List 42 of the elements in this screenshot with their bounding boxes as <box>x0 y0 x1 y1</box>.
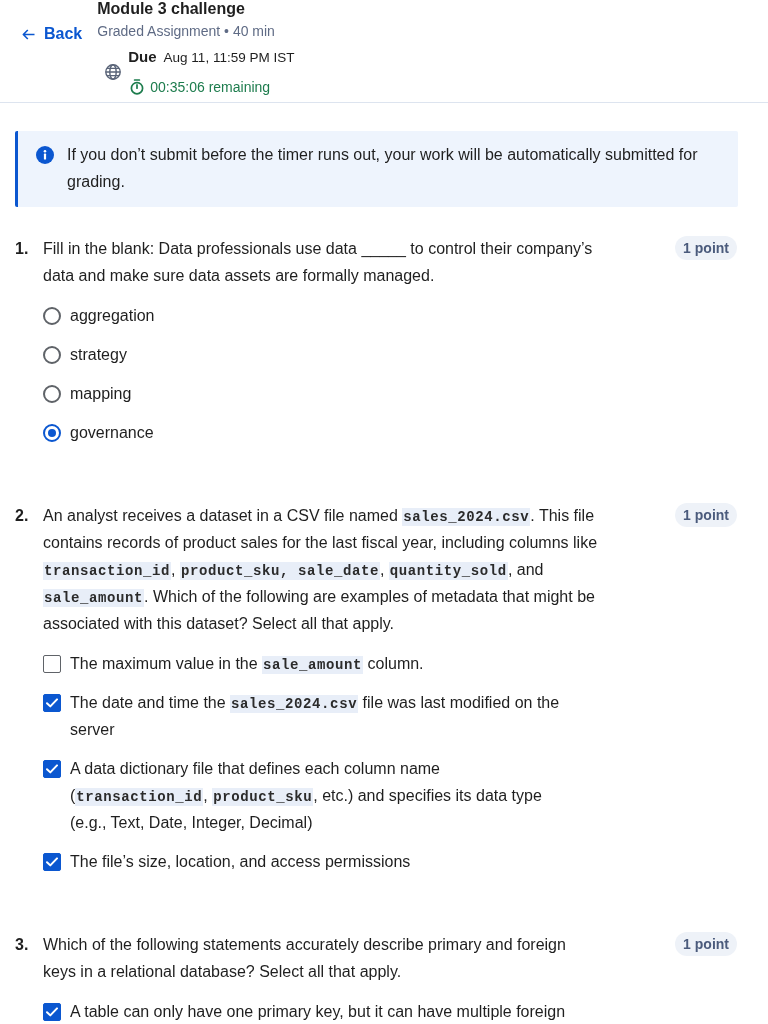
option-label: governance <box>70 423 154 443</box>
checkmark-icon <box>46 763 58 774</box>
points-badge: 1 point <box>675 503 737 527</box>
arrow-left-icon <box>22 28 35 40</box>
info-icon <box>36 145 54 164</box>
option-label: The date and time the sales_2024.csv file was last modified on the server <box>70 693 561 740</box>
option-label: The file’s size, location, and access permissions <box>70 852 411 872</box>
checkmark-icon <box>46 1006 58 1017</box>
checkbox[interactable] <box>43 759 61 778</box>
option-label: A table can only have one primary key, but it can have multiple foreign <box>70 1002 566 1022</box>
notice-text: If you don’t submit before the timer runs out, your work will be automatically submitted for grading. <box>67 145 699 192</box>
option-label: A data dictionary file that defines each column name (transaction_id, product_sku, etc.) and specifies its data type (e.g., Text, Date, Integer, Decimal) <box>70 759 543 833</box>
question-text: Which of the following statements accurately describe primary and foreign keys in a relational database? Select all that apply. <box>43 935 567 982</box>
checkbox[interactable] <box>43 852 61 871</box>
radio-button[interactable] <box>43 306 61 325</box>
radio-button[interactable] <box>43 384 61 403</box>
radio-button[interactable] <box>43 423 61 442</box>
globe-icon <box>105 64 122 80</box>
due-date: Aug 11, 11:59 PM IST <box>163 49 295 67</box>
radio-button[interactable] <box>43 345 61 364</box>
option-label: mapping <box>70 384 132 404</box>
question-text: Fill in the blank: Data professionals use data _____ to control their company’s data and make sure data assets are formally managed. <box>43 239 594 286</box>
points-badge: 1 point <box>675 932 737 956</box>
assignment-title: Module 3 challenge <box>97 0 246 18</box>
option-label: aggregation <box>70 306 155 326</box>
stopwatch-icon <box>130 79 145 95</box>
question-number: 1. <box>15 239 30 259</box>
option-label: strategy <box>70 345 127 365</box>
points-badge: 1 point <box>675 236 737 260</box>
question-number: 3. <box>15 935 30 955</box>
question-number: 2. <box>15 506 30 526</box>
due-label: Due <box>128 47 157 67</box>
checkmark-icon <box>46 697 58 708</box>
checkbox[interactable] <box>43 693 61 712</box>
assignment-info: Graded Assignment • 40 min <box>97 22 276 41</box>
question-text: An analyst receives a dataset in a CSV file named sales_2024.csv. This file contains records of product sales for the last fiscal year, including columns like transaction_id, product_sku, sale_date, quantity_sold, and sale_amount. Which of the following are examples of metadata that might be associated with this dataset? Select all that apply. <box>43 506 599 634</box>
time-remaining: 00:35:06 remaining <box>150 78 271 97</box>
option-label: The maximum value in the sale_amount column. <box>70 654 424 676</box>
checkbox[interactable] <box>43 1002 61 1021</box>
back-link[interactable]: Back <box>22 24 83 44</box>
checkbox[interactable] <box>43 654 61 673</box>
checkmark-icon <box>46 856 58 867</box>
